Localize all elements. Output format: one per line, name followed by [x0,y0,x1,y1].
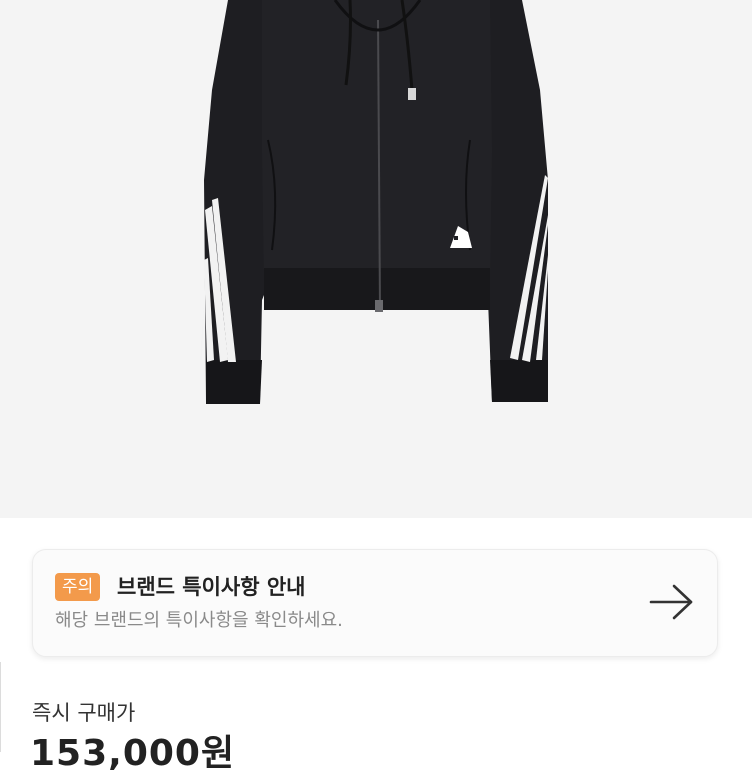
instant-buy-price: 153,000원 [30,733,236,774]
notice-description: 해당 브랜드의 특이사항을 확인하세요. [55,610,343,631]
brand-notice-card[interactable]: 주의 브랜드 특이사항 안내 해당 브랜드의 특이사항을 확인하세요. [32,549,718,657]
caution-badge: 주의 [55,573,101,601]
notice-title: 브랜드 특이사항 안내 [117,575,306,599]
divider [0,662,1,752]
product-image [0,0,752,518]
arrow-right-icon[interactable] [647,582,697,622]
instant-buy-label: 즉시 구매가 [32,701,136,725]
hoodie-jacket-image [200,0,548,404]
